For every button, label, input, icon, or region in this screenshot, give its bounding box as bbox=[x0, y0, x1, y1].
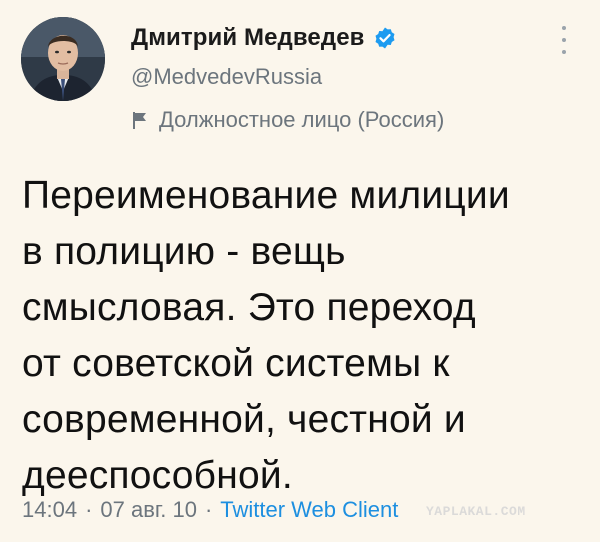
verified-badge-icon bbox=[373, 26, 397, 50]
author-row: Дмитрий Медведев bbox=[131, 24, 397, 52]
tweet-card: Дмитрий Медведев @MedvedevRussia Должнос… bbox=[0, 0, 600, 542]
separator: · bbox=[85, 497, 93, 522]
more-dot bbox=[562, 50, 566, 54]
person-portrait-icon bbox=[21, 17, 105, 101]
tweet-time[interactable]: 14:04 bbox=[22, 497, 77, 523]
more-dot bbox=[562, 26, 566, 30]
source-link[interactable]: Twitter Web Client bbox=[220, 497, 398, 523]
flag-icon bbox=[131, 110, 149, 130]
watermark: YAPLAKAL.COM bbox=[426, 504, 526, 519]
author-name[interactable]: Дмитрий Медведев bbox=[131, 24, 365, 52]
account-label-text: Должностное лицо (Россия) bbox=[159, 107, 445, 132]
tweet-text: Переименование милиции в полицию - вещь … bbox=[22, 174, 510, 497]
avatar[interactable] bbox=[21, 17, 105, 101]
author-handle[interactable]: @MedvedevRussia bbox=[131, 64, 322, 90]
tweet-meta: 14:04 · 07 авг. 10 · Twitter Web Client bbox=[22, 497, 398, 523]
tweet-date[interactable]: 07 авг. 10 bbox=[100, 497, 197, 523]
account-label: Должностное лицо (Россия) bbox=[131, 107, 444, 133]
more-options-button[interactable] bbox=[558, 26, 570, 54]
separator: · bbox=[204, 497, 213, 522]
more-dot bbox=[562, 38, 566, 42]
